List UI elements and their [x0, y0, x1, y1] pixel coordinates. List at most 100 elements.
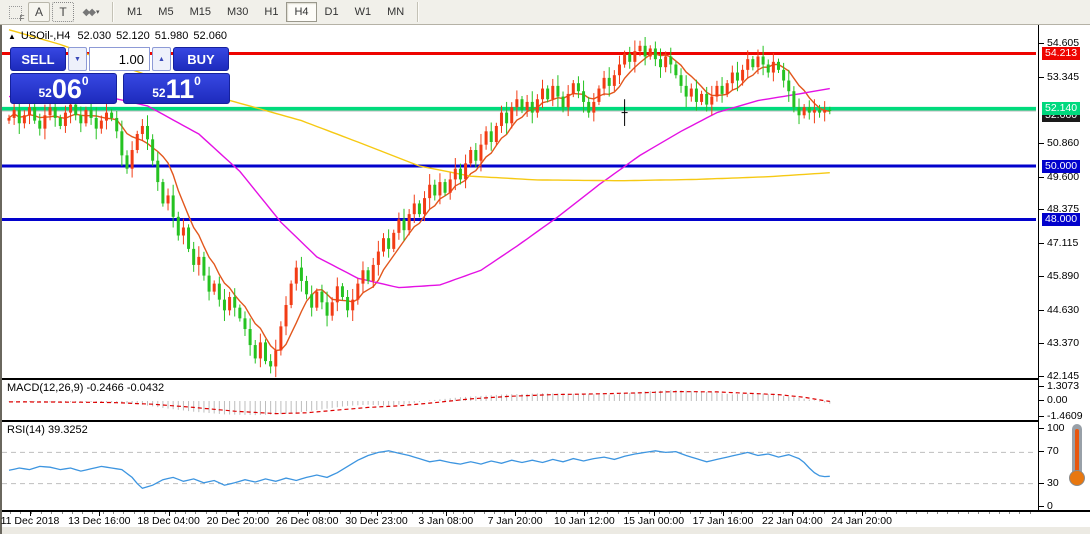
- time-minor-tick: [432, 512, 433, 514]
- letter-t-button[interactable]: T: [52, 2, 74, 22]
- time-tick-label: 7 Jan 20:00: [488, 515, 543, 527]
- time-minor-tick: [288, 512, 289, 514]
- price-tick-mark: [1039, 276, 1044, 277]
- time-minor-tick: [319, 512, 320, 514]
- time-minor-tick: [772, 512, 773, 514]
- letter-a-button[interactable]: A: [28, 2, 50, 22]
- volume-decrease-button[interactable]: ▼: [68, 47, 87, 71]
- thermometer-bulb-icon: [1069, 470, 1085, 486]
- time-minor-tick: [463, 512, 464, 514]
- volume-increase-button[interactable]: ▲: [152, 47, 171, 71]
- time-minor-tick: [268, 512, 269, 514]
- sell-price-major: 52: [38, 87, 51, 99]
- time-axis[interactable]: 11 Dec 201813 Dec 16:0018 Dec 04:0020 De…: [2, 510, 1090, 527]
- time-minor-tick: [762, 512, 763, 514]
- time-minor-tick: [484, 512, 485, 514]
- time-minor-tick: [834, 512, 835, 514]
- time-minor-tick: [566, 512, 567, 514]
- time-minor-tick: [556, 512, 557, 514]
- time-minor-tick: [62, 512, 63, 514]
- macd-indicator-pane[interactable]: MACD(12,26,9) -0.2466 -0.0432: [2, 378, 1038, 420]
- time-minor-tick: [886, 512, 887, 514]
- price-tick-label: 43.370: [1047, 338, 1079, 349]
- time-minor-tick: [134, 512, 135, 514]
- price-tick-label: 50.860: [1047, 138, 1079, 149]
- timeframe-h1[interactable]: H1: [256, 2, 286, 22]
- time-tick-label: 11 Dec 2018: [1, 515, 60, 527]
- time-minor-tick: [875, 512, 876, 514]
- time-minor-tick: [865, 512, 866, 514]
- buy-button[interactable]: BUY: [173, 47, 229, 71]
- rsi-canvas[interactable]: [2, 422, 1038, 512]
- time-tick-label: 15 Jan 00:00: [623, 515, 684, 527]
- time-minor-tick: [1009, 512, 1010, 514]
- time-minor-tick: [824, 512, 825, 514]
- sell-button[interactable]: SELL: [10, 47, 66, 71]
- timeframe-d1[interactable]: D1: [317, 2, 347, 22]
- price-tick-mark: [1039, 243, 1044, 244]
- time-minor-tick: [51, 512, 52, 514]
- timeframe-h4[interactable]: H4: [286, 2, 316, 22]
- time-minor-tick: [92, 512, 93, 514]
- price-line-label: 50.000: [1042, 160, 1080, 173]
- toolbar-separator: [417, 2, 419, 22]
- time-tick-label: 18 Dec 04:00: [137, 515, 199, 527]
- time-minor-tick: [422, 512, 423, 514]
- time-tick-label: 24 Jan 20:00: [831, 515, 892, 527]
- timeframe-m30[interactable]: M30: [219, 2, 256, 22]
- time-minor-tick: [947, 512, 948, 514]
- time-minor-tick: [298, 512, 299, 514]
- one-click-trading-panel: SELL ▼ ▲ BUY 52 06 0 52 11 0: [10, 47, 231, 104]
- price-tick-mark: [1039, 400, 1044, 401]
- time-minor-tick: [597, 512, 598, 514]
- timeframe-mn[interactable]: MN: [379, 2, 412, 22]
- main-chart-pane[interactable]: ▲ USOil-,H4 52.030 52.120 51.980 52.060 …: [2, 26, 1038, 378]
- chevron-down-icon: ▾: [96, 8, 100, 16]
- price-line-label: 54.213: [1042, 47, 1080, 60]
- collapse-triangle-icon[interactable]: ▲: [8, 32, 16, 41]
- bottom-strip: [2, 527, 1090, 534]
- price-tick-mark: [1039, 209, 1044, 210]
- time-minor-tick: [329, 512, 330, 514]
- chart-grid-icon[interactable]: [4, 2, 26, 22]
- time-minor-tick: [587, 512, 588, 514]
- time-minor-tick: [618, 512, 619, 514]
- time-minor-tick: [226, 512, 227, 514]
- buy-price-display[interactable]: 52 11 0: [123, 73, 230, 104]
- timeframe-m15[interactable]: M15: [182, 2, 219, 22]
- palette-dropdown-button[interactable]: ◆◆▾: [76, 2, 106, 22]
- quote-open: 52.030: [77, 30, 111, 42]
- time-minor-tick: [680, 512, 681, 514]
- volume-input[interactable]: [89, 47, 150, 71]
- price-tick-mark: [1039, 177, 1044, 178]
- time-minor-tick: [350, 512, 351, 514]
- time-minor-tick: [175, 512, 176, 514]
- timeframe-m1[interactable]: M1: [119, 2, 150, 22]
- time-minor-tick: [247, 512, 248, 514]
- timeframe-w1[interactable]: W1: [347, 2, 380, 22]
- time-minor-tick: [577, 512, 578, 514]
- time-minor-tick: [474, 512, 475, 514]
- time-tick-label: 13 Dec 16:00: [68, 515, 130, 527]
- price-tick-label: 53.345: [1047, 72, 1079, 83]
- thermometer-mercury-icon: [1075, 429, 1079, 475]
- time-minor-tick: [855, 512, 856, 514]
- time-minor-tick: [412, 512, 413, 514]
- buy-price-major: 52: [152, 87, 165, 99]
- time-minor-tick: [443, 512, 444, 514]
- time-minor-tick: [700, 512, 701, 514]
- time-minor-tick: [741, 512, 742, 514]
- time-minor-tick: [401, 512, 402, 514]
- time-minor-tick: [82, 512, 83, 514]
- time-minor-tick: [989, 512, 990, 514]
- time-minor-tick: [525, 512, 526, 514]
- rsi-indicator-pane[interactable]: RSI(14) 39.3252: [2, 420, 1038, 510]
- chart-title: ▲ USOil-,H4 52.030 52.120 51.980 52.060: [8, 30, 227, 42]
- time-minor-tick: [978, 512, 979, 514]
- time-minor-tick: [916, 512, 917, 514]
- triangle-down-icon: ▼: [74, 56, 81, 63]
- thermometer-widget[interactable]: [1065, 424, 1089, 492]
- timeframe-m5[interactable]: M5: [150, 2, 181, 22]
- time-minor-tick: [968, 512, 969, 514]
- sell-price-display[interactable]: 52 06 0: [10, 73, 117, 104]
